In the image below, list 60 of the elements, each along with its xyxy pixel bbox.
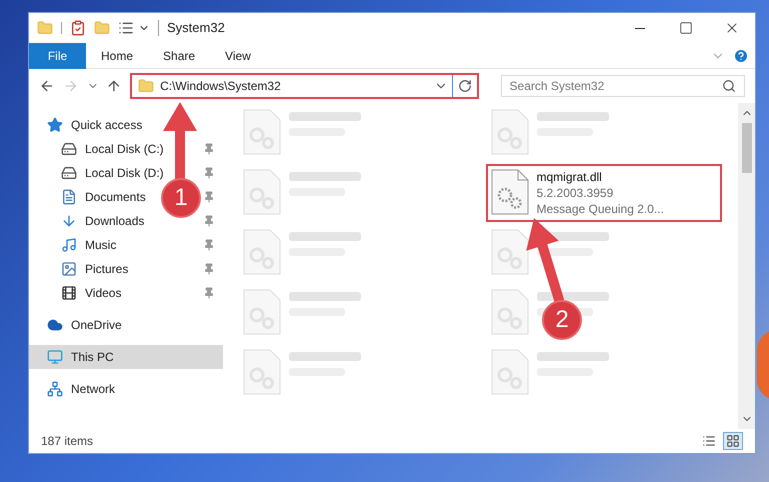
search-icon[interactable] — [722, 79, 736, 93]
file-menu-button[interactable]: File — [29, 42, 86, 68]
sidebar-item-label[interactable]: Local Disk (C:) — [85, 140, 164, 158]
sidebar-item-label[interactable]: Documents — [85, 188, 146, 206]
file-item[interactable]: mqmigrat.dll 5.2.2003.3959 Message Queuing 2.0... — [490, 169, 716, 217]
help-icon[interactable] — [733, 48, 749, 64]
sidebar-item-label[interactable]: Network — [71, 380, 116, 398]
sidebar-item-label[interactable]: Downloads — [85, 212, 144, 230]
list-icon — [702, 434, 716, 448]
sidebar-item-label[interactable]: Videos — [85, 284, 122, 302]
pin-icon[interactable] — [203, 287, 215, 299]
ribbon-tab[interactable]: View — [210, 42, 266, 68]
pin-icon[interactable] — [203, 143, 215, 155]
sidebar-item-label[interactable]: Music — [85, 236, 116, 254]
new-folder-icon[interactable] — [94, 20, 110, 36]
file-detail: Message Queuing 2.0... — [536, 201, 664, 217]
pin-icon[interactable] — [203, 215, 215, 227]
sidebar-item-label: This PC — [71, 349, 114, 366]
address-field[interactable]: C:\Windows\System32 — [130, 73, 479, 99]
refresh-icon[interactable] — [458, 79, 472, 93]
sidebar-item-label[interactable]: Quick access — [71, 116, 142, 134]
pin-icon[interactable] — [203, 191, 215, 203]
maximize-icon — [679, 21, 693, 35]
folder-icon[interactable] — [37, 20, 53, 36]
network-icon — [47, 381, 63, 397]
pin-icon[interactable] — [203, 239, 215, 251]
sidebar-item-label[interactable]: Pictures — [85, 260, 128, 278]
properties-icon[interactable] — [70, 20, 86, 36]
back-icon[interactable] — [39, 78, 55, 94]
item-count: 187 items — [41, 433, 94, 450]
star-icon — [47, 117, 63, 133]
document-icon — [61, 189, 77, 205]
scrollbar-thumb[interactable] — [742, 123, 752, 173]
forward-icon[interactable] — [62, 78, 78, 94]
folder-icon — [138, 78, 154, 94]
ribbon-tab[interactable]: Share — [148, 42, 210, 68]
film-icon — [61, 285, 77, 301]
search-field[interactable]: Search System32 — [500, 75, 745, 97]
file-name: mqmigrat.dll — [536, 169, 603, 185]
sidebar-item-label[interactable]: OneDrive — [71, 316, 122, 334]
large-icons-view-button[interactable] — [723, 432, 743, 450]
window-title: System32 — [167, 19, 225, 38]
picture-icon — [61, 261, 77, 277]
monitor-icon — [47, 349, 63, 365]
gear-file-icon — [490, 169, 528, 215]
sidebar-item-label[interactable]: Local Disk (D:) — [85, 164, 164, 182]
drive-icon — [61, 165, 77, 181]
scrollbar[interactable] — [738, 103, 755, 429]
cloud-icon — [47, 317, 63, 333]
file-detail: 5.2.2003.3959 — [536, 185, 614, 201]
pin-icon[interactable] — [203, 263, 215, 275]
music-note-icon — [61, 237, 77, 253]
address-path: C:\Windows\System32 — [160, 78, 282, 95]
search-input[interactable]: Search System32 — [510, 77, 722, 95]
sidebar-item[interactable]: This PC — [29, 345, 223, 369]
pin-icon[interactable] — [203, 167, 215, 179]
ribbon-tab[interactable]: Home — [86, 42, 148, 68]
view-icon[interactable] — [118, 20, 134, 36]
drive-icon — [61, 141, 77, 157]
grid-icon — [726, 434, 740, 448]
